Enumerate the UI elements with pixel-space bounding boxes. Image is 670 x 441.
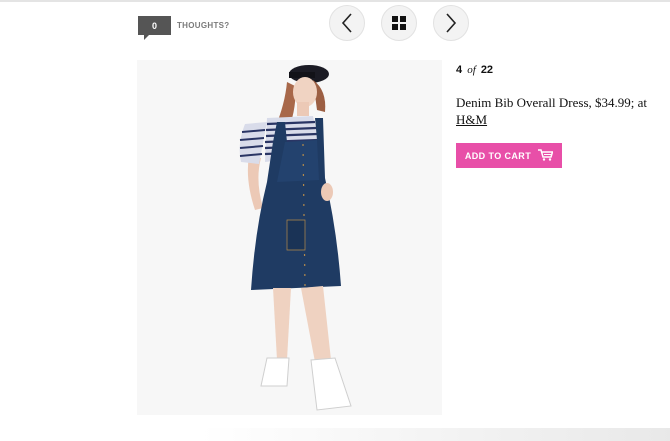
previous-slide-button[interactable] bbox=[329, 5, 365, 41]
slide-counter: 4 of 22 bbox=[456, 64, 493, 76]
product-caption: Denim Bib Overall Dress, $34.99; at H&M bbox=[456, 94, 656, 128]
next-slide-button[interactable] bbox=[433, 5, 469, 41]
comments-label: THOUGHTS? bbox=[177, 21, 230, 30]
chevron-right-icon bbox=[446, 13, 457, 33]
product-image bbox=[137, 60, 442, 415]
comments-link[interactable]: 0 THOUGHTS? bbox=[138, 16, 230, 40]
slide-current: 4 bbox=[456, 64, 463, 76]
shopping-cart-icon bbox=[538, 148, 554, 163]
chevron-left-icon bbox=[341, 13, 352, 33]
add-to-cart-label: ADD TO CART bbox=[464, 150, 532, 161]
top-divider bbox=[0, 0, 670, 2]
grid-icon bbox=[392, 16, 406, 30]
add-to-cart-button[interactable]: ADD TO CART bbox=[456, 143, 562, 168]
retailer-link[interactable]: H&M bbox=[456, 112, 487, 127]
bottom-scroll-shadow bbox=[200, 428, 670, 441]
comment-count-badge: 0 bbox=[138, 16, 171, 40]
slide-total: 22 bbox=[480, 64, 494, 76]
caption-text: Denim Bib Overall Dress, $34.99; at bbox=[456, 95, 647, 110]
gallery-grid-button[interactable] bbox=[381, 5, 417, 41]
slide-of-word: of bbox=[467, 64, 476, 76]
